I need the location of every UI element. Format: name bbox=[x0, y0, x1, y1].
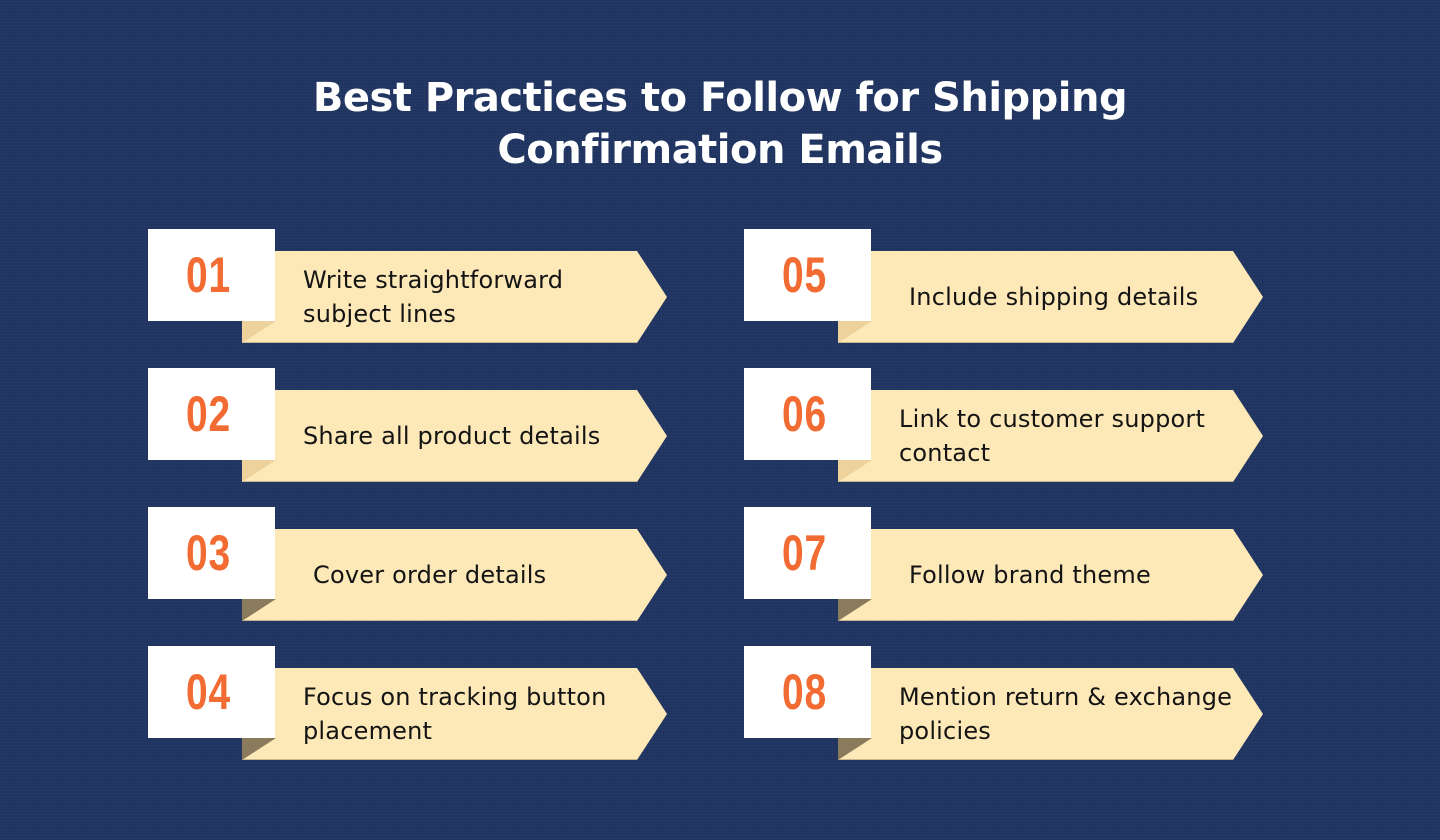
practice-text: Include shipping details bbox=[899, 251, 1259, 343]
title-line-2: Confirmation Emails bbox=[497, 127, 943, 173]
practice-text-content: Focus on tracking button placement bbox=[303, 683, 607, 745]
step-number: 04 bbox=[186, 664, 231, 720]
title-line-1: Best Practices to Follow for Shipping bbox=[312, 75, 1128, 121]
practice-card-05: 05 Include shipping details bbox=[744, 229, 1274, 344]
practice-text: Share all product details bbox=[303, 390, 653, 482]
practice-text-content: Link to customer support contact bbox=[899, 405, 1206, 467]
practice-text-content: Share all product details bbox=[303, 422, 601, 450]
practice-card-02: 02 Share all product details bbox=[148, 368, 678, 483]
fold-corner bbox=[838, 599, 872, 621]
practice-text: Write straightforward subject lines bbox=[303, 251, 653, 343]
step-number: 01 bbox=[186, 247, 231, 303]
practice-text-content: Cover order details bbox=[313, 561, 547, 589]
number-box: 03 bbox=[148, 507, 275, 599]
practice-text: Cover order details bbox=[303, 529, 663, 621]
practice-card-03: 03 Cover order details bbox=[148, 507, 678, 622]
practice-text-content: Mention return & exchange policies bbox=[899, 683, 1233, 745]
step-number: 02 bbox=[186, 386, 231, 442]
practice-text-content: Include shipping details bbox=[909, 283, 1199, 311]
practice-text-content: Follow brand theme bbox=[909, 561, 1151, 589]
practice-text-content: Write straightforward subject lines bbox=[303, 266, 564, 328]
step-number: 06 bbox=[782, 386, 827, 442]
fold-corner bbox=[838, 738, 872, 760]
number-box: 01 bbox=[148, 229, 275, 321]
step-number: 07 bbox=[782, 525, 827, 581]
practice-text: Mention return & exchange policies bbox=[899, 668, 1249, 760]
fold-corner bbox=[242, 321, 276, 343]
practice-card-06: 06 Link to customer support contact bbox=[744, 368, 1274, 483]
page-title: Best Practices to Follow for Shipping Co… bbox=[0, 72, 1440, 176]
practice-text: Link to customer support contact bbox=[899, 390, 1249, 482]
fold-corner bbox=[838, 460, 872, 482]
practice-text: Follow brand theme bbox=[899, 529, 1259, 621]
practice-card-08: 08 Mention return & exchange policies bbox=[744, 646, 1274, 761]
fold-corner bbox=[242, 599, 276, 621]
step-number: 08 bbox=[782, 664, 827, 720]
practice-text: Focus on tracking button placement bbox=[303, 668, 653, 760]
number-box: 06 bbox=[744, 368, 871, 460]
practice-card-07: 07 Follow brand theme bbox=[744, 507, 1274, 622]
practice-card-01: 01 Write straightforward subject lines bbox=[148, 229, 678, 344]
number-box: 04 bbox=[148, 646, 275, 738]
step-number: 03 bbox=[186, 525, 231, 581]
fold-corner bbox=[838, 321, 872, 343]
number-box: 08 bbox=[744, 646, 871, 738]
fold-corner bbox=[242, 738, 276, 760]
number-box: 05 bbox=[744, 229, 871, 321]
number-box: 07 bbox=[744, 507, 871, 599]
number-box: 02 bbox=[148, 368, 275, 460]
step-number: 05 bbox=[782, 247, 827, 303]
fold-corner bbox=[242, 460, 276, 482]
practice-card-04: 04 Focus on tracking button placement bbox=[148, 646, 678, 761]
